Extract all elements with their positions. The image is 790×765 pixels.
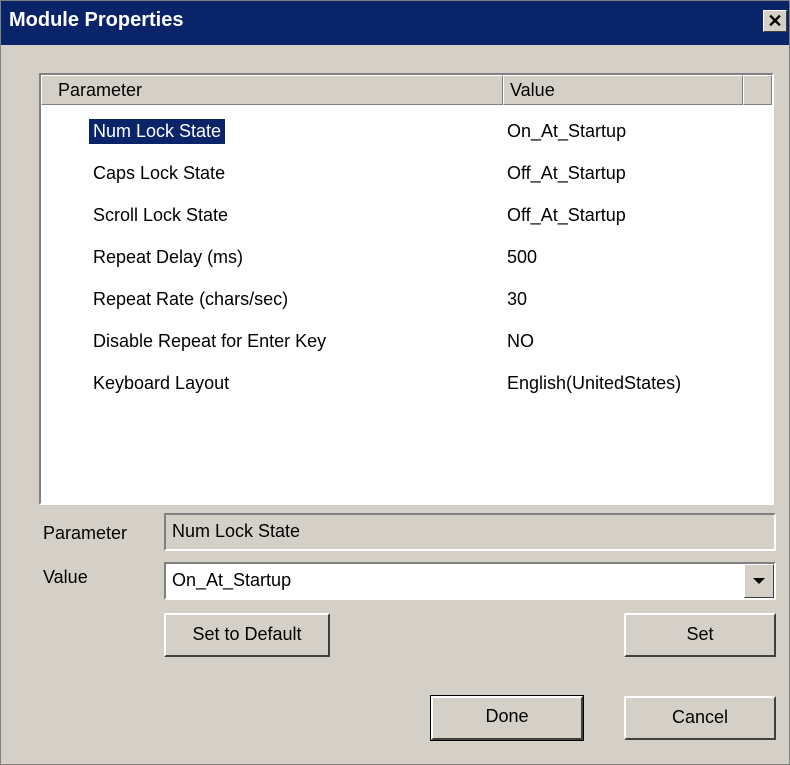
set-button[interactable]: Set [624, 613, 776, 657]
row-parameter: Num Lock State [87, 118, 227, 145]
dropdown-button[interactable] [744, 564, 774, 598]
row-value: 30 [507, 289, 528, 309]
close-icon[interactable]: ✕ [763, 10, 787, 32]
value-dropdown-text: On_At_Startup [172, 570, 292, 590]
list-row[interactable]: Disable Repeat for Enter Key NO [41, 321, 772, 363]
list-row[interactable]: Repeat Rate (chars/sec) 30 [41, 279, 772, 321]
list-row[interactable]: Num Lock State On_At_Startup [41, 111, 772, 153]
parameter-field: Num Lock State [164, 513, 776, 551]
row-value: On_At_Startup [507, 121, 627, 141]
row-parameter: Disable Repeat for Enter Key [93, 331, 327, 351]
column-header-value[interactable]: Value [503, 75, 743, 105]
list-row[interactable]: Repeat Delay (ms) 500 [41, 237, 772, 279]
dialog-title: Module Properties [9, 9, 184, 31]
list-row[interactable]: Scroll Lock State Off_At_Startup [41, 195, 772, 237]
row-parameter: Repeat Rate (chars/sec) [93, 289, 289, 309]
row-parameter: Caps Lock State [93, 163, 226, 183]
value-label: Value [43, 567, 88, 587]
row-parameter: Repeat Delay (ms) [93, 247, 244, 267]
row-parameter: Scroll Lock State [93, 205, 229, 225]
done-button[interactable]: Done [430, 695, 584, 741]
row-value: English(UnitedStates) [507, 373, 682, 393]
cancel-button[interactable]: Cancel [624, 696, 776, 740]
parameter-label: Parameter [43, 523, 128, 543]
row-value: Off_At_Startup [507, 205, 626, 225]
module-properties-dialog: Module Properties ✕ Parameter Value Num … [0, 0, 790, 765]
row-value: 500 [507, 247, 538, 267]
title-bar[interactable]: Module Properties ✕ [1, 1, 789, 45]
list-row[interactable]: Keyboard Layout English(UnitedStates) [41, 363, 772, 405]
value-dropdown[interactable]: On_At_Startup [164, 562, 776, 600]
parameter-list[interactable]: Parameter Value Num Lock State On_At_Sta… [39, 73, 774, 505]
row-value: Off_At_Startup [507, 163, 626, 183]
row-parameter: Keyboard Layout [93, 373, 230, 393]
list-row[interactable]: Caps Lock State Off_At_Startup [41, 153, 772, 195]
column-header-filler [743, 75, 772, 105]
row-value: NO [507, 331, 534, 351]
set-to-default-button[interactable]: Set to Default [164, 613, 330, 657]
column-header-parameter[interactable]: Parameter [41, 75, 503, 105]
chevron-down-icon [753, 578, 765, 584]
